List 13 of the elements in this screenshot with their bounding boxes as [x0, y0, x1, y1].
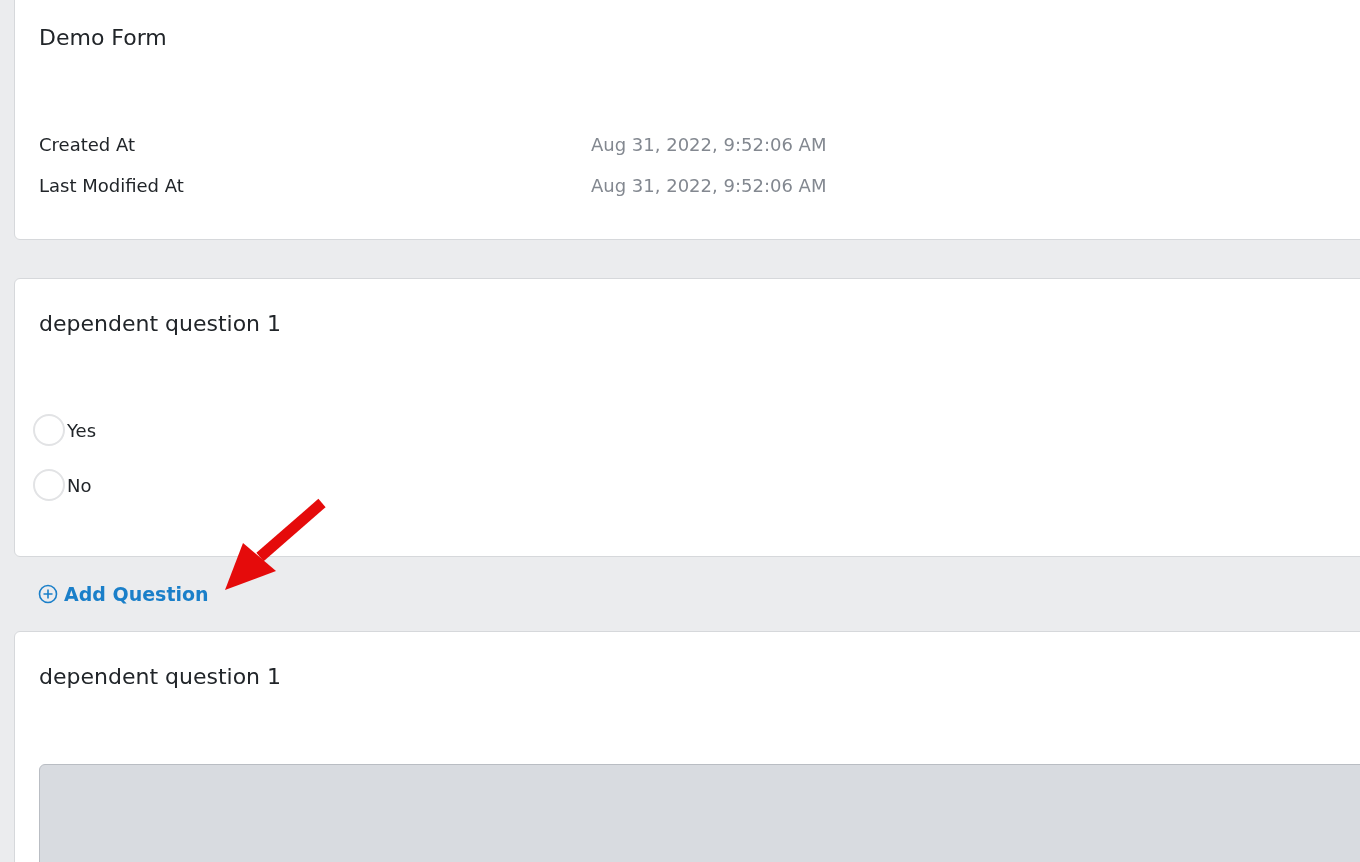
- meta-label: Last Modified At: [39, 175, 185, 196]
- question-title: dependent question 1: [39, 311, 282, 336]
- radio-circle[interactable]: [33, 414, 65, 446]
- radio-option[interactable]: No: [33, 469, 1360, 501]
- form-title: Demo Form: [39, 25, 167, 50]
- plus-circle-icon: [38, 584, 58, 604]
- add-question-link[interactable]: Add Question: [38, 583, 209, 605]
- meta-label: Created At: [39, 134, 136, 155]
- meta-value: Aug 31, 2022, 9:52:06 AM: [591, 134, 827, 155]
- question-title: dependent question 1: [39, 664, 282, 689]
- radio-option[interactable]: Yes: [33, 414, 1360, 446]
- radio-circle[interactable]: [33, 469, 65, 501]
- meta-value: Aug 31, 2022, 9:52:06 AM: [591, 175, 827, 196]
